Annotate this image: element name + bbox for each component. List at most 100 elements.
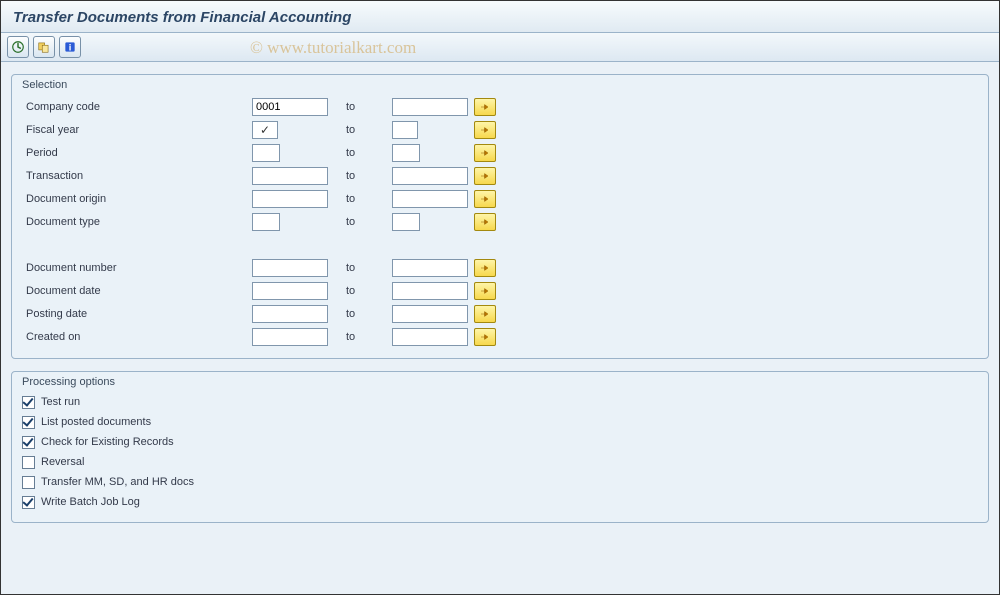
info-icon: i xyxy=(63,40,77,54)
processing-option: List posted documents xyxy=(22,412,978,432)
multiple-selection-button[interactable] xyxy=(474,144,496,162)
arrow-right-icon xyxy=(478,193,492,205)
field-label: Company code xyxy=(22,101,250,113)
to-input[interactable] xyxy=(392,328,468,346)
to-label: to xyxy=(334,308,390,320)
field-label: Document date xyxy=(22,285,250,297)
option-label: List posted documents xyxy=(41,416,151,428)
to-input[interactable] xyxy=(392,190,468,208)
processing-option: Transfer MM, SD, and HR docs xyxy=(22,472,978,492)
option-label: Check for Existing Records xyxy=(41,436,174,448)
to-input[interactable] xyxy=(392,144,420,162)
app-toolbar: i xyxy=(1,33,999,62)
multiple-selection-button[interactable] xyxy=(474,167,496,185)
to-input[interactable] xyxy=(392,167,468,185)
field-label: Document type xyxy=(22,216,250,228)
processing-option: Check for Existing Records xyxy=(22,432,978,452)
to-label: to xyxy=(334,262,390,274)
processing-group: Processing options Test run List posted d… xyxy=(11,371,989,523)
arrow-right-icon xyxy=(478,216,492,228)
from-input[interactable] xyxy=(252,213,280,231)
selection-row: Document origin to xyxy=(22,187,978,210)
processing-title: Processing options xyxy=(22,376,978,388)
variant-icon xyxy=(37,40,51,54)
option-checkbox[interactable] xyxy=(22,496,35,509)
selection-row: Transaction to xyxy=(22,164,978,187)
option-label: Write Batch Job Log xyxy=(41,496,140,508)
processing-option: Test run xyxy=(22,392,978,412)
to-label: to xyxy=(334,285,390,297)
field-label: Fiscal year xyxy=(22,124,250,136)
from-input[interactable] xyxy=(252,167,328,185)
svg-text:i: i xyxy=(69,43,72,53)
field-label: Posting date xyxy=(22,308,250,320)
selection-row: Document type to xyxy=(22,210,978,233)
field-label: Document origin xyxy=(22,193,250,205)
from-input[interactable] xyxy=(252,282,328,300)
to-input[interactable] xyxy=(392,98,468,116)
arrow-right-icon xyxy=(478,101,492,113)
to-label: to xyxy=(334,216,390,228)
from-input[interactable] xyxy=(252,259,328,277)
selection-title: Selection xyxy=(22,79,978,91)
to-label: to xyxy=(334,193,390,205)
field-label: Transaction xyxy=(22,170,250,182)
selection-row: Period to xyxy=(22,141,978,164)
to-label: to xyxy=(334,147,390,159)
to-label: to xyxy=(334,124,390,136)
processing-option: Reversal xyxy=(22,452,978,472)
to-input[interactable] xyxy=(392,305,468,323)
to-input[interactable] xyxy=(392,213,420,231)
page-title: Transfer Documents from Financial Accoun… xyxy=(1,1,999,33)
arrow-right-icon xyxy=(478,170,492,182)
field-label: Created on xyxy=(22,331,250,343)
selection-row: Document date to xyxy=(22,279,978,302)
option-checkbox[interactable] xyxy=(22,456,35,469)
to-label: to xyxy=(334,331,390,343)
arrow-right-icon xyxy=(478,285,492,297)
multiple-selection-button[interactable] xyxy=(474,121,496,139)
multiple-selection-button[interactable] xyxy=(474,305,496,323)
to-label: to xyxy=(334,101,390,113)
multiple-selection-button[interactable] xyxy=(474,259,496,277)
option-checkbox[interactable] xyxy=(22,416,35,429)
arrow-right-icon xyxy=(478,308,492,320)
multiple-selection-button[interactable] xyxy=(474,282,496,300)
multiple-selection-button[interactable] xyxy=(474,98,496,116)
selection-row: Created on to xyxy=(22,325,978,348)
multiple-selection-button[interactable] xyxy=(474,190,496,208)
execute-button[interactable] xyxy=(7,36,29,58)
selection-row: Company code to xyxy=(22,95,978,118)
arrow-right-icon xyxy=(478,147,492,159)
from-input[interactable] xyxy=(252,190,328,208)
from-input[interactable] xyxy=(252,98,328,116)
to-input[interactable] xyxy=(392,282,468,300)
option-checkbox[interactable] xyxy=(22,396,35,409)
multiple-selection-button[interactable] xyxy=(474,213,496,231)
multiple-selection-button[interactable] xyxy=(474,328,496,346)
selection-row: Fiscal year ✓ to xyxy=(22,118,978,141)
clock-icon xyxy=(11,40,25,54)
check-mark: ✓ xyxy=(260,124,270,136)
option-checkbox[interactable] xyxy=(22,476,35,489)
from-input[interactable] xyxy=(252,328,328,346)
option-checkbox[interactable] xyxy=(22,436,35,449)
from-input[interactable] xyxy=(252,144,280,162)
arrow-right-icon xyxy=(478,262,492,274)
option-label: Reversal xyxy=(41,456,84,468)
processing-option: Write Batch Job Log xyxy=(22,492,978,512)
arrow-right-icon xyxy=(478,331,492,343)
option-label: Test run xyxy=(41,396,80,408)
from-input[interactable] xyxy=(252,305,328,323)
get-variant-button[interactable] xyxy=(33,36,55,58)
field-label: Period xyxy=(22,147,250,159)
value-checkbox[interactable]: ✓ xyxy=(252,121,278,139)
option-label: Transfer MM, SD, and HR docs xyxy=(41,476,194,488)
selection-row: Posting date to xyxy=(22,302,978,325)
field-label: Document number xyxy=(22,262,250,274)
information-button[interactable]: i xyxy=(59,36,81,58)
to-label: to xyxy=(334,170,390,182)
selection-row: Document number to xyxy=(22,256,978,279)
to-checkbox[interactable] xyxy=(392,121,418,139)
to-input[interactable] xyxy=(392,259,468,277)
